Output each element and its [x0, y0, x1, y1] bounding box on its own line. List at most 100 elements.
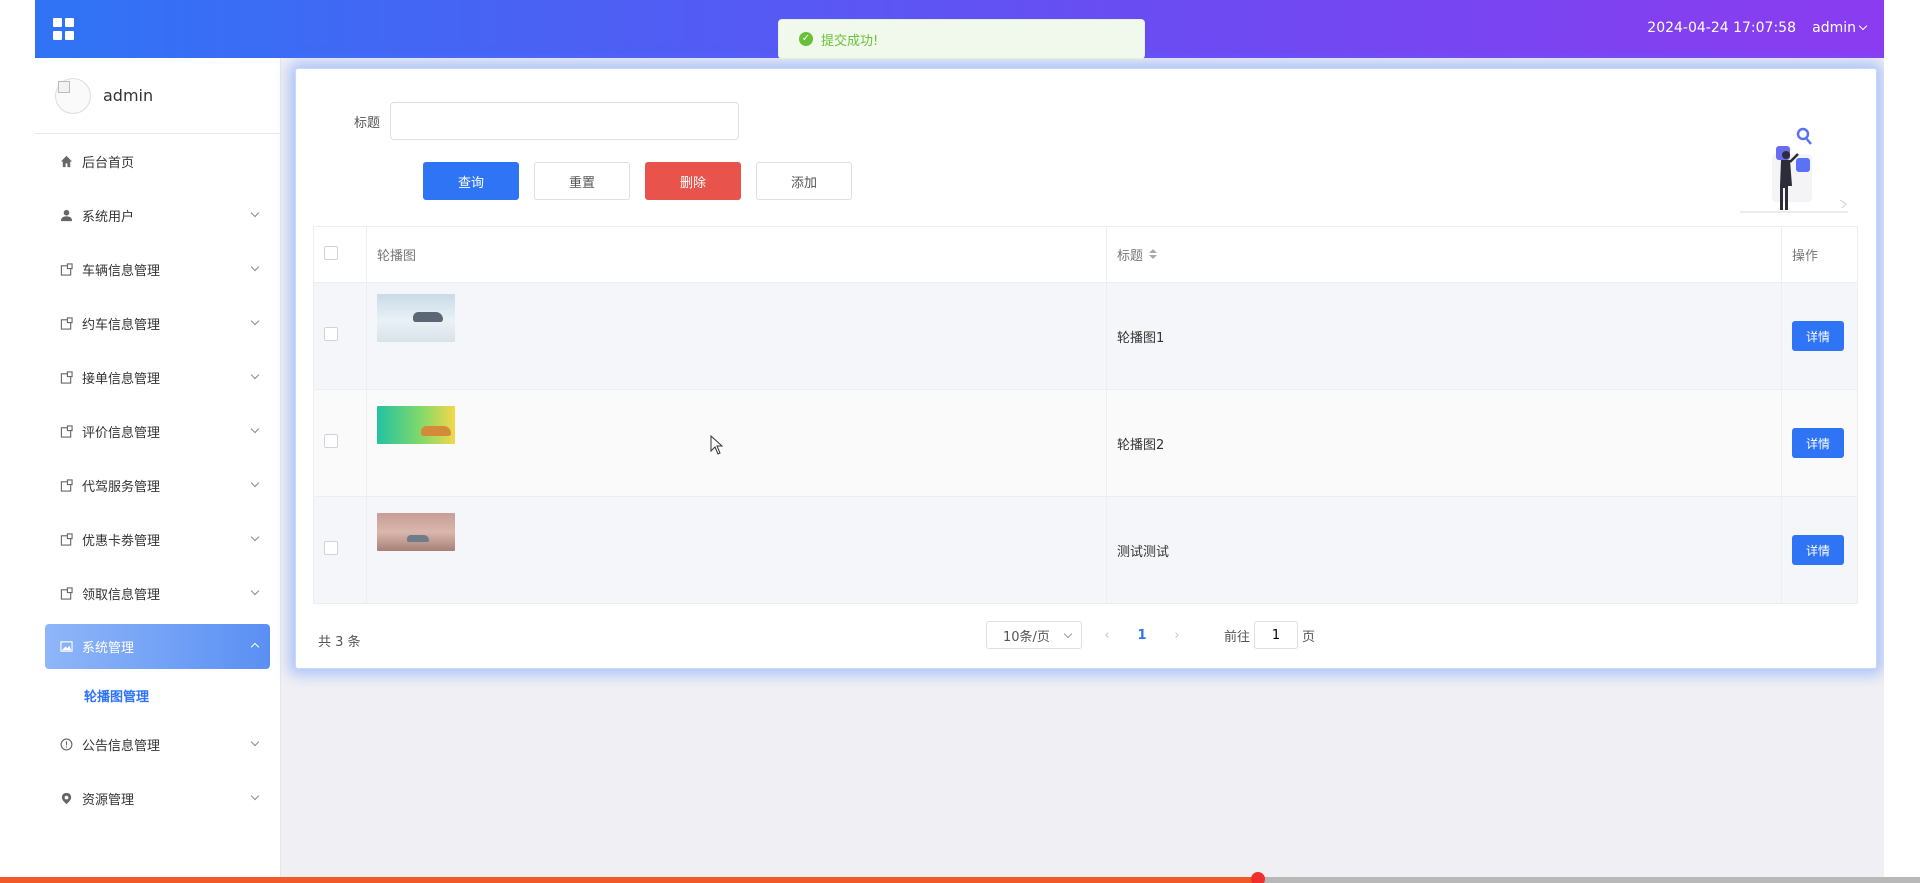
- detail-button[interactable]: 详情: [1792, 321, 1844, 351]
- sidebar-item-label: 车辆信息管理: [82, 263, 161, 279]
- video-progress-bar[interactable]: [0, 872, 1920, 883]
- sidebar-item-system-users[interactable]: 系统用户: [35, 188, 280, 242]
- select-all-checkbox[interactable]: [324, 245, 338, 260]
- carousel-thumbnail: [377, 406, 455, 444]
- title-search-input[interactable]: [390, 102, 740, 140]
- detail-button[interactable]: 详情: [1792, 428, 1844, 458]
- toast-message: 提交成功!: [821, 33, 879, 49]
- sidebar-item-label: 资源管理: [82, 792, 135, 808]
- carousel-thumbnail: [377, 513, 455, 551]
- add-button[interactable]: 添加: [756, 162, 852, 200]
- column-header-title[interactable]: 标题: [1106, 226, 1782, 283]
- sidebar-item-order-info[interactable]: 接单信息管理: [35, 350, 280, 404]
- search-illustration: [1740, 127, 1848, 213]
- module-icon: [59, 370, 73, 384]
- check-circle-icon: ✓: [799, 32, 813, 46]
- image-cell: [366, 389, 1107, 497]
- sidebar-item-home[interactable]: 后台首页: [35, 134, 280, 188]
- pagination: 10条/页 ‹ 1 › 前往 页: [986, 621, 1315, 649]
- actions-cell: 详情: [1781, 496, 1858, 604]
- sidebar-item-vehicle-info[interactable]: 车辆信息管理: [35, 242, 280, 296]
- admin-app: 2024-04-24 17:07:58 admin ✓ 提交成功! admin …: [35, 0, 1884, 877]
- row-checkbox[interactable]: [324, 327, 338, 341]
- image-cell: [366, 282, 1107, 390]
- row-checkbox[interactable]: [324, 541, 338, 555]
- sidebar: admin 后台首页 系统用户 车辆信息管理 约车信息管理 接单信息管理 评价信…: [35, 58, 281, 877]
- pagination-total: 共 3 条: [318, 635, 361, 650]
- sidebar-item-label: 代驾服务管理: [82, 479, 161, 495]
- page-size-select[interactable]: 10条/页: [986, 621, 1082, 649]
- chevron-down-icon: [250, 737, 260, 747]
- row-select-cell: [313, 389, 367, 497]
- search-form: 标题: [354, 102, 740, 140]
- column-header-actions: 操作: [1781, 226, 1858, 283]
- sidebar-item-driver-service[interactable]: 代驾服务管理: [35, 458, 280, 512]
- sidebar-item-claim-info[interactable]: 领取信息管理: [35, 566, 280, 620]
- success-toast: ✓ 提交成功!: [778, 19, 1145, 59]
- table-header-row: 轮播图 标题 操作: [313, 226, 1858, 283]
- user-dropdown[interactable]: admin: [1812, 20, 1868, 36]
- sidebar-item-announcements[interactable]: 公告信息管理: [35, 717, 280, 771]
- column-header-image: 轮播图: [366, 226, 1107, 283]
- sidebar-item-review-info[interactable]: 评价信息管理: [35, 404, 280, 458]
- chevron-down-icon: [250, 478, 260, 488]
- chevron-down-icon: [250, 316, 260, 326]
- image-cell: [366, 496, 1107, 604]
- profile-name: admin: [103, 86, 154, 105]
- goto-label: 前往: [1224, 629, 1251, 645]
- sidebar-profile: admin: [35, 58, 280, 134]
- reset-button[interactable]: 重置: [534, 162, 630, 200]
- select-all-cell: [313, 226, 367, 283]
- table-row: 轮播图2 详情: [313, 389, 1858, 497]
- main-card: 标题 查询 重置 删除 添加 轮播图 标题 操作 轮播图1 详情 轮播图2 详情…: [295, 68, 1877, 669]
- user-name: admin: [1812, 20, 1856, 36]
- goto-page-input[interactable]: [1254, 621, 1299, 649]
- video-progress-fill: [0, 877, 1258, 883]
- screen-left-margin: [0, 0, 35, 883]
- chevron-down-icon: [250, 424, 260, 434]
- delete-button[interactable]: 删除: [645, 162, 741, 200]
- sidebar-item-resources[interactable]: 资源管理: [35, 771, 280, 825]
- next-page-button[interactable]: ›: [1162, 628, 1192, 643]
- sidebar-nav: 后台首页 系统用户 车辆信息管理 约车信息管理 接单信息管理 评价信息管理 代驾…: [35, 134, 280, 825]
- page-number-current[interactable]: 1: [1132, 628, 1152, 643]
- chevron-down-icon: [250, 262, 260, 272]
- chevron-down-icon: [250, 791, 260, 801]
- sidebar-item-label: 接单信息管理: [82, 371, 161, 387]
- video-progress-handle[interactable]: [1250, 872, 1265, 883]
- module-icon: [59, 424, 73, 438]
- sidebar-subitem-carousel[interactable]: 轮播图管理: [35, 673, 280, 717]
- image-icon: [59, 640, 73, 654]
- carousel-table: 轮播图 标题 操作 轮播图1 详情 轮播图2 详情 测试测试 详情: [313, 226, 1858, 604]
- chevron-down-icon: [250, 370, 260, 380]
- sort-icon[interactable]: [1149, 249, 1158, 259]
- table-row: 轮播图1 详情: [313, 282, 1858, 390]
- module-icon: [59, 478, 73, 492]
- sidebar-item-label: 评价信息管理: [82, 425, 161, 441]
- actions-cell: 详情: [1781, 282, 1858, 390]
- carousel-thumbnail: [377, 294, 455, 342]
- module-icon: [59, 532, 73, 546]
- sidebar-item-system-management[interactable]: 系统管理: [45, 624, 270, 669]
- chevron-down-icon: [1063, 629, 1073, 639]
- row-checkbox[interactable]: [324, 434, 338, 448]
- table-row: 测试测试 详情: [313, 496, 1858, 604]
- action-buttons: 查询 重置 删除 添加: [423, 162, 852, 200]
- prev-page-button[interactable]: ‹: [1092, 628, 1122, 643]
- chevron-down-icon: [250, 586, 260, 596]
- header-datetime: 2024-04-24 17:07:58: [1647, 20, 1796, 36]
- page-suffix: 页: [1302, 629, 1316, 645]
- sidebar-item-booking-info[interactable]: 约车信息管理: [35, 296, 280, 350]
- sidebar-item-coupons[interactable]: 优惠卡劵管理: [35, 512, 280, 566]
- module-icon: [59, 316, 73, 330]
- location-icon: [59, 791, 73, 805]
- column-header-title-label: 标题: [1117, 249, 1144, 264]
- actions-cell: 详情: [1781, 389, 1858, 497]
- detail-button[interactable]: 详情: [1792, 535, 1844, 565]
- row-select-cell: [313, 282, 367, 390]
- title-cell: 轮播图2: [1106, 389, 1782, 497]
- grid-menu-icon[interactable]: [53, 18, 75, 40]
- user-icon: [59, 208, 73, 222]
- query-button[interactable]: 查询: [423, 162, 519, 200]
- sidebar-item-label: 系统用户: [82, 209, 135, 225]
